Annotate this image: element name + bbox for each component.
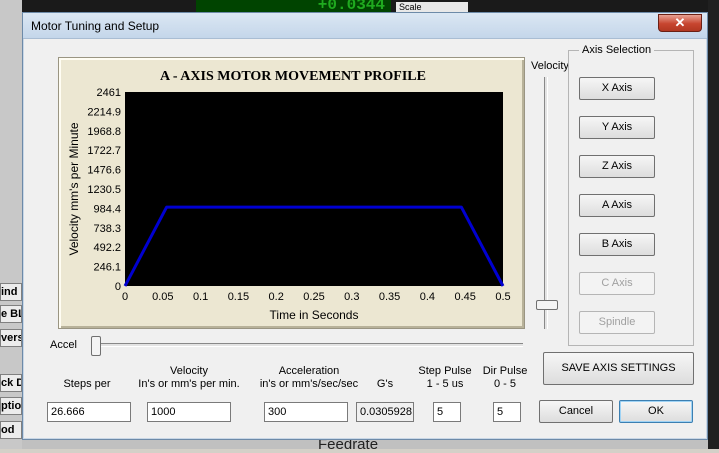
- save-axis-settings-button[interactable]: SAVE AXIS SETTINGS: [543, 352, 694, 385]
- velocity-label-line2: In's or mm's per min.: [138, 378, 240, 390]
- accel-slider-label: Accel: [50, 339, 77, 351]
- a-axis-button[interactable]: A Axis: [579, 194, 655, 217]
- y-tick-label: 1230.5: [87, 184, 121, 196]
- x-tick-label: 0: [122, 291, 128, 303]
- chart-title: A - AXIS MOTOR MOVEMENT PROFILE: [160, 69, 426, 84]
- bg-fragment: vers: [0, 329, 22, 347]
- close-button[interactable]: ✕: [658, 14, 702, 32]
- motor-tuning-dialog: Motor Tuning and Setup ✕ A - AXIS MOTOR …: [22, 12, 708, 440]
- y-tick-label: 984.4: [93, 203, 121, 215]
- bg-fragment: e BL: [0, 305, 22, 323]
- background-left-panel: ind e BL vers ck D ptio od: [0, 0, 22, 449]
- bg-fragment: ck D: [0, 374, 22, 392]
- x-tick-label: 0.1: [193, 291, 208, 303]
- c-axis-button: C Axis: [579, 272, 655, 295]
- background-right-edge: [708, 0, 719, 449]
- y-tick-label: 738.3: [93, 223, 121, 235]
- acceleration-field-label: Acceleration in's or mm's/sec/sec: [255, 365, 363, 391]
- x-tick-label: 0.05: [152, 291, 173, 303]
- x-axis-label: Time in Seconds: [270, 308, 359, 322]
- steps-per-input[interactable]: 26.666: [47, 402, 131, 422]
- x-tick-label: 0.2: [269, 291, 284, 303]
- steps-per-label: Steps per: [63, 378, 111, 390]
- x-tick-label: 0.4: [420, 291, 435, 303]
- velocity-slider-thumb[interactable]: [536, 300, 558, 310]
- y-tick-label: 1722.7: [87, 145, 121, 157]
- y-axis-label: Velocity mm's per Minute: [67, 122, 81, 255]
- x-tick-label: 0.45: [454, 291, 475, 303]
- dialog-title: Motor Tuning and Setup: [31, 19, 160, 33]
- bg-fragment: ind: [0, 283, 22, 301]
- velocity-slider-label: Velocity: [531, 60, 569, 72]
- velocity-field-label: Velocity In's or mm's per min.: [133, 365, 245, 391]
- dir-pulse-label-line1: Dir Pulse: [482, 365, 528, 377]
- x-tick-label: 0.15: [228, 291, 249, 303]
- x-tick-label: 0.5: [495, 291, 510, 303]
- y-axis-button[interactable]: Y Axis: [579, 116, 655, 139]
- z-axis-button[interactable]: Z Axis: [579, 155, 655, 178]
- axis-selection-label: Axis Selection: [579, 44, 655, 56]
- spindle-button: Spindle: [579, 311, 655, 334]
- y-tick-label: 246.1: [93, 262, 121, 274]
- cancel-button[interactable]: Cancel: [539, 400, 613, 423]
- dir-pulse-label-line2: 0 - 5: [493, 378, 516, 390]
- y-tick-label: 0: [115, 281, 121, 293]
- x-tick-label: 0.3: [344, 291, 359, 303]
- acceleration-label-line2: in's or mm's/sec/sec: [259, 378, 359, 390]
- bg-fragment: ptio: [0, 397, 22, 415]
- x-tick-label: 0.25: [303, 291, 324, 303]
- close-icon: ✕: [674, 15, 686, 30]
- velocity-label-line1: Velocity: [170, 365, 208, 377]
- acceleration-input[interactable]: 300: [264, 402, 348, 422]
- ok-button[interactable]: OK: [619, 400, 693, 423]
- background-scale-label: Scale: [396, 2, 468, 12]
- y-tick-label: 1476.6: [87, 165, 121, 177]
- y-tick-label: 2461: [97, 87, 121, 99]
- plot-area: [125, 92, 503, 286]
- motor-profile-chart: A - AXIS MOTOR MOVEMENT PROFILE 0 246.1 492…: [58, 57, 525, 329]
- b-axis-button[interactable]: B Axis: [579, 233, 655, 256]
- velocity-input[interactable]: 1000: [147, 402, 231, 422]
- x-axis-button[interactable]: X Axis: [579, 77, 655, 100]
- gs-value: 0.0305928: [356, 402, 414, 422]
- step-pulse-label: Step Pulse 1 - 5 us: [415, 365, 475, 391]
- y-tick-label: 1968.8: [87, 126, 121, 138]
- gs-label: G's: [376, 378, 394, 390]
- step-pulse-label-line2: 1 - 5 us: [426, 378, 464, 390]
- bg-fragment: od: [0, 421, 22, 439]
- background-dro-display: +0.0344: [196, 0, 391, 14]
- chart-svg: A - AXIS MOTOR MOVEMENT PROFILE 0 246.1 492…: [67, 69, 511, 322]
- x-tick-label: 0.35: [379, 291, 400, 303]
- step-pulse-input[interactable]: 5: [433, 402, 461, 422]
- step-pulse-label-line1: Step Pulse: [418, 365, 472, 377]
- dialog-titlebar[interactable]: Motor Tuning and Setup ✕: [23, 13, 707, 39]
- accel-slider-thumb[interactable]: [91, 336, 101, 356]
- acceleration-label-line1: Acceleration: [278, 365, 340, 377]
- dir-pulse-label: Dir Pulse 0 - 5: [479, 365, 531, 391]
- y-tick-label: 492.2: [93, 242, 121, 254]
- y-tick-label: 2214.9: [87, 106, 121, 118]
- dir-pulse-input[interactable]: 5: [493, 402, 521, 422]
- velocity-slider-track[interactable]: [544, 77, 548, 329]
- accel-slider-track[interactable]: [93, 343, 523, 347]
